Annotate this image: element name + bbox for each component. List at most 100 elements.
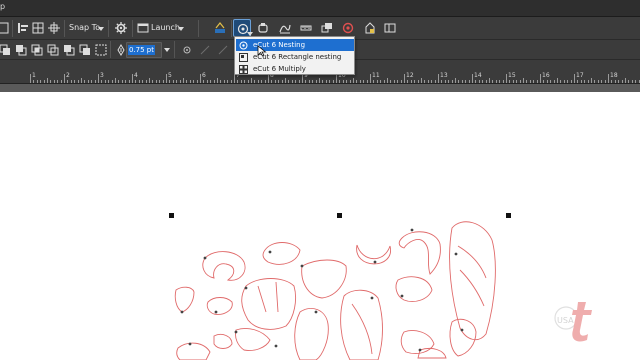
ruler-tick <box>611 80 612 83</box>
ecut-object-icon <box>258 23 268 33</box>
ruler-tick <box>275 80 276 83</box>
ruler-tick <box>91 80 92 83</box>
ecut-crop-marks-button[interactable] <box>339 19 357 37</box>
ruler-tick <box>268 74 269 83</box>
ruler-tick <box>462 80 463 83</box>
ruler-tick <box>360 80 361 83</box>
selection-nodes <box>180 228 464 352</box>
ruler-tick <box>411 80 412 83</box>
ecut-fill-icon <box>365 22 375 34</box>
launch-icon-button[interactable] <box>134 19 152 37</box>
boundary-button[interactable] <box>92 41 110 59</box>
ecut-arrange-button[interactable] <box>318 19 336 37</box>
ruler-tick <box>523 78 524 83</box>
menu-item-ecut-nesting[interactable]: eCut 6 Nesting <box>236 39 354 51</box>
outline-width-field[interactable]: 0.75 pt <box>126 42 162 58</box>
ruler-tick <box>489 78 490 83</box>
pick-tool-button[interactable] <box>0 19 12 37</box>
ruler-tick <box>577 80 578 83</box>
ruler-tick <box>237 80 238 83</box>
ruler-tick <box>350 80 351 83</box>
snap-to-button[interactable]: Snap To <box>69 23 100 32</box>
ruler-tick <box>543 80 544 83</box>
separator <box>132 20 133 37</box>
ruler-tick <box>380 80 381 83</box>
menu-item-ecut-multiply[interactable]: eCut 6 Multiply <box>236 63 354 75</box>
ruler-tick <box>309 80 310 83</box>
ruler-label: 1 <box>32 72 36 79</box>
ruler-tick <box>622 80 623 83</box>
ruler-tick <box>241 80 242 83</box>
mouse-cursor-icon <box>257 45 267 57</box>
watermark-logo: USA <box>552 296 600 344</box>
combine-icon <box>218 45 228 55</box>
ruler-tick <box>271 80 272 83</box>
chevron-down-icon[interactable] <box>98 26 104 32</box>
break-apart-button[interactable] <box>196 41 214 59</box>
ruler-tick <box>526 80 527 83</box>
application-launcher-icon <box>137 23 149 33</box>
ruler-tick <box>363 80 364 83</box>
ruler-tick <box>554 80 555 83</box>
ruler-tick <box>404 74 405 83</box>
ruler-tick <box>190 80 191 83</box>
ruler-tick <box>169 80 170 83</box>
ecut-fill-button[interactable] <box>361 19 379 37</box>
ecut-panel-button[interactable] <box>381 19 399 37</box>
ruler-tick <box>282 80 283 83</box>
ruler-tick <box>377 80 378 83</box>
rectangle-nesting-icon <box>239 53 248 62</box>
ruler-tick <box>78 80 79 83</box>
drawing-canvas[interactable] <box>0 92 640 360</box>
selection-handle[interactable] <box>506 213 511 218</box>
ruler-tick <box>122 80 123 83</box>
ruler-tick <box>326 80 327 83</box>
ruler-tick <box>159 80 160 83</box>
front-minus-back-icon <box>64 45 75 56</box>
ruler-tick <box>625 78 626 83</box>
ruler-tick <box>373 80 374 83</box>
menu-item-ecut-rectangle-nesting[interactable]: eCut 6 Rectangle nesting <box>236 51 354 63</box>
menu-bar-label[interactable]: p <box>0 2 5 11</box>
selection-handle[interactable] <box>169 213 174 218</box>
ruler-tick <box>197 80 198 83</box>
ruler-tick <box>37 80 38 83</box>
ruler-tick <box>173 80 174 83</box>
ruler-tick <box>207 80 208 83</box>
ruler-label: 6 <box>202 72 206 79</box>
ruler-tick <box>33 80 34 83</box>
gear-icon <box>115 22 127 34</box>
chevron-down-icon[interactable] <box>164 47 170 53</box>
multiply-icon <box>239 65 248 74</box>
ecut-curve-button[interactable] <box>276 19 294 37</box>
ruler-tick <box>220 80 221 83</box>
ruler-tick <box>353 78 354 83</box>
ecut-nesting-menu: eCut 6 Nesting eCut 6 Rectangle nesting … <box>234 36 355 75</box>
back-minus-front-icon <box>79 44 90 55</box>
ruler-tick <box>414 80 415 83</box>
ruler-tick <box>605 80 606 83</box>
chevron-down-icon[interactable] <box>178 26 184 32</box>
separator <box>174 41 175 58</box>
ruler-tick <box>343 80 344 83</box>
ruler-tick <box>71 80 72 83</box>
ecut-dimension-button[interactable] <box>211 19 229 37</box>
boundary-icon <box>95 44 107 56</box>
selection-handle[interactable] <box>337 213 342 218</box>
ecut-measure-button[interactable] <box>297 19 315 37</box>
ruler-tick <box>557 78 558 83</box>
ruler-tick <box>101 80 102 83</box>
options-button[interactable] <box>112 19 130 37</box>
ruler-tick <box>44 80 45 83</box>
ruler-tick <box>421 78 422 83</box>
combine-button[interactable] <box>214 41 232 59</box>
to-curve-button[interactable] <box>178 41 196 59</box>
ruler-tick <box>248 80 249 83</box>
convert-to-curves-icon <box>183 46 191 54</box>
guidelines-button[interactable] <box>45 19 63 37</box>
launch-button[interactable]: Launch <box>151 23 180 32</box>
ecut-object-button[interactable] <box>254 19 272 37</box>
ruler-tick <box>105 80 106 83</box>
ruler-tick <box>329 80 330 83</box>
guidelines-icon <box>48 22 60 34</box>
